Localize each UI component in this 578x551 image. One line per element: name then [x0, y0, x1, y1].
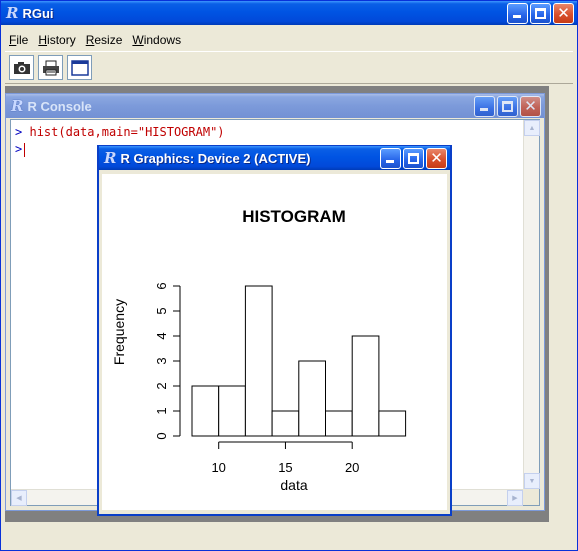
scroll-up-icon[interactable]: ▲ — [524, 120, 540, 136]
histogram-bar — [244, 285, 273, 437]
console-title: R Console — [27, 98, 92, 114]
graphics-title: R Graphics: Device 2 (ACTIVE) — [120, 150, 311, 166]
console-prompt: > — [15, 125, 23, 139]
close-button[interactable]: ✕ — [553, 3, 574, 24]
console-line: > hist(data,main="HISTOGRAM") — [15, 124, 225, 141]
histogram-bar — [271, 410, 300, 437]
close-icon: ✕ — [524, 97, 537, 115]
r-logo-icon: R — [6, 4, 19, 22]
graphics-maximize-button[interactable] — [403, 148, 424, 169]
window-icon — [70, 59, 89, 76]
copy-to-clipboard-button[interactable] — [9, 55, 34, 80]
minimize-icon — [513, 15, 521, 18]
y-axis-label: Frequency — [111, 299, 127, 365]
minimize-icon — [386, 160, 394, 163]
x-axis-label: data — [280, 477, 307, 493]
minimize-icon — [480, 108, 488, 111]
x-tick-label: 15 — [278, 460, 292, 475]
console-minimize-button[interactable] — [474, 96, 495, 117]
rgui-titlebar[interactable]: R RGui ✕ — [1, 1, 577, 25]
menu-windows[interactable]: Windows — [128, 33, 187, 47]
menubar: File History Resize Windows — [5, 30, 573, 49]
resize-grip-icon[interactable] — [523, 489, 539, 505]
printer-icon — [42, 60, 59, 75]
scroll-right-icon[interactable]: ▶ — [507, 490, 523, 506]
minimize-button[interactable] — [507, 3, 528, 24]
y-tick-label: 6 — [154, 282, 169, 289]
graphics-close-button[interactable]: ✕ — [426, 148, 447, 169]
console-command: hist(data,main="HISTOGRAM") — [29, 125, 225, 139]
menu-file[interactable]: File — [5, 33, 34, 47]
histogram-bar — [378, 410, 407, 437]
console-button[interactable] — [67, 55, 92, 80]
histogram-bar — [191, 385, 220, 437]
console-prompt: > — [15, 142, 23, 156]
histogram-bar — [298, 360, 327, 437]
scroll-left-icon[interactable]: ◀ — [11, 490, 27, 506]
r-logo-icon: R — [104, 149, 117, 167]
console-titlebar[interactable]: R R Console ✕ — [6, 94, 544, 118]
maximize-icon — [408, 153, 419, 164]
y-tick-label: 5 — [154, 307, 169, 314]
r-logo-icon: R — [11, 97, 24, 115]
maximize-button[interactable] — [530, 3, 551, 24]
y-tick-label: 4 — [154, 332, 169, 339]
console-close-button[interactable]: ✕ — [520, 96, 541, 117]
histogram-chart: HISTOGRAM data Frequency 0 1 2 3 4 5 6 10 15 20 — [111, 207, 407, 493]
graphics-minimize-button[interactable] — [380, 148, 401, 169]
rgui-window: R RGui ✕ File History Resize Windows R R… — [0, 0, 578, 551]
close-icon: ✕ — [557, 4, 570, 22]
text-cursor — [24, 142, 26, 157]
scroll-down-icon[interactable]: ▼ — [524, 473, 540, 489]
chart-title: HISTOGRAM — [242, 207, 346, 226]
maximize-icon — [502, 101, 513, 112]
menu-resize[interactable]: Resize — [82, 33, 129, 47]
x-tick-label: 10 — [211, 460, 225, 475]
maximize-icon — [535, 8, 546, 19]
y-tick-label: 1 — [154, 407, 169, 414]
graphics-titlebar[interactable]: R R Graphics: Device 2 (ACTIVE) ✕ — [99, 146, 450, 170]
y-tick-label: 0 — [154, 432, 169, 439]
vertical-scrollbar[interactable]: ▲ ▼ — [523, 120, 540, 489]
menu-history[interactable]: History — [34, 33, 81, 47]
graphics-window: R R Graphics: Device 2 (ACTIVE) ✕ HISTOG… — [97, 145, 452, 516]
histogram-bar — [325, 410, 353, 437]
close-icon: ✕ — [430, 149, 443, 167]
histogram-bar — [218, 385, 246, 437]
y-tick-label: 2 — [154, 382, 169, 389]
y-tick-label: 3 — [154, 357, 169, 364]
camera-icon — [13, 61, 30, 74]
print-button[interactable] — [38, 55, 63, 80]
toolbar — [5, 51, 573, 84]
app-title: RGui — [22, 5, 54, 21]
plot-area: HISTOGRAM data Frequency 0 1 2 3 4 5 6 10 15 20 — [102, 174, 447, 510]
histogram-bar — [351, 335, 380, 437]
x-tick-label: 20 — [345, 460, 359, 475]
console-maximize-button[interactable] — [497, 96, 518, 117]
